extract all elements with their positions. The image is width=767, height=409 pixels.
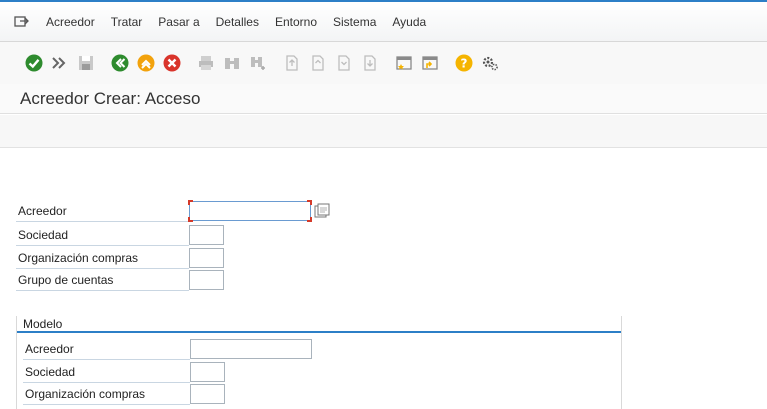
modelo-label-organizacion-compras: Organización compras [23,383,190,405]
page-title-text: Acreedor Crear: Acceso [20,88,201,108]
menu-detalles[interactable]: Detalles [216,15,259,29]
menu-ayuda[interactable]: Ayuda [392,15,426,29]
label-grupo-cuentas: Grupo de cuentas [16,269,189,291]
previous-page-icon[interactable] [309,54,327,72]
help-icon[interactable]: ? [455,54,473,72]
cancel-icon[interactable] [163,54,181,72]
organizacion-compras-input[interactable] [189,248,224,268]
settings-icon[interactable] [481,54,499,72]
find-next-icon[interactable] [249,54,267,72]
menu-icon[interactable] [14,15,30,29]
create-session-icon[interactable] [395,54,413,72]
find-icon[interactable] [223,54,241,72]
grupo-cuentas-input[interactable] [189,270,224,290]
menu-tratar[interactable]: Tratar [111,15,143,29]
field-row-organizacion-compras: Organización compras [16,247,224,269]
menu-sistema[interactable]: Sistema [333,15,376,29]
menu-entorno[interactable]: Entorno [275,15,317,29]
menu-pasar-a[interactable]: Pasar a [158,15,199,29]
focus-corner [188,217,193,222]
modelo-row-organizacion-compras: Organización compras [23,383,225,405]
print-icon[interactable] [197,54,215,72]
label-organizacion-compras: Organización compras [16,247,189,269]
modelo-organizacion-compras-input[interactable] [190,384,225,404]
field-row-grupo-cuentas: Grupo de cuentas [16,269,224,291]
menu-acreedor[interactable]: Acreedor [46,15,95,29]
label-acreedor: Acreedor [16,200,189,222]
modelo-acreedor-input[interactable] [190,339,312,359]
back-icon[interactable] [111,54,129,72]
field-row-acreedor: Acreedor [16,200,330,222]
page-title: Acreedor Crear: Acceso [0,84,767,114]
focus-corner [188,200,193,205]
command-field-icon[interactable] [51,54,69,72]
standard-toolbar: ? [0,42,767,84]
check-icon[interactable] [25,54,43,72]
exit-icon[interactable] [137,54,155,72]
shortcut-icon[interactable] [421,54,439,72]
sociedad-input[interactable] [189,225,224,245]
field-row-sociedad: Sociedad [16,224,224,246]
modelo-label-sociedad: Sociedad [23,361,190,383]
modelo-sociedad-input[interactable] [190,362,225,382]
modelo-row-sociedad: Sociedad [23,361,225,383]
save-icon[interactable] [77,54,95,72]
modelo-group-title: Modelo [17,316,621,333]
acreedor-input[interactable] [188,200,312,222]
modelo-label-acreedor: Acreedor [23,338,190,360]
last-page-icon[interactable] [361,54,379,72]
focus-corner [307,200,312,205]
next-page-icon[interactable] [335,54,353,72]
value-help-icon[interactable] [314,203,330,219]
modelo-group: Modelo Acreedor Sociedad Organización co… [16,316,622,409]
application-toolbar [0,115,767,148]
modelo-row-acreedor: Acreedor [23,338,312,360]
menu-bar: Acreedor Tratar Pasar a Detalles Entorno… [0,2,767,42]
focus-corner [307,217,312,222]
first-page-icon[interactable] [283,54,301,72]
svg-text:?: ? [461,57,468,71]
label-sociedad: Sociedad [16,224,189,246]
